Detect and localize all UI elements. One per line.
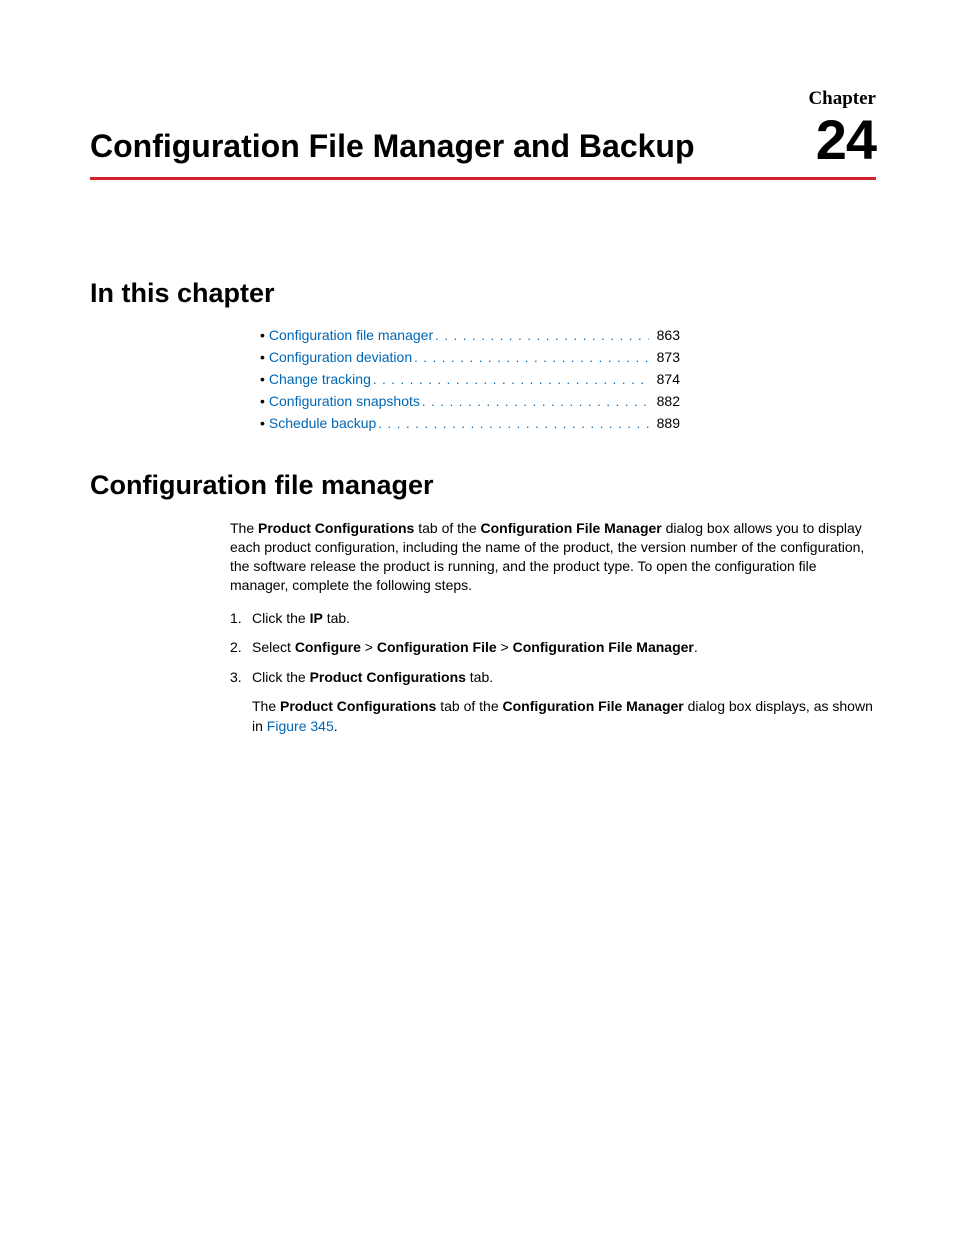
- figure-link[interactable]: Figure 345: [267, 718, 334, 734]
- toc-item: • Configuration snapshots 882: [260, 393, 680, 409]
- divider-rule: [90, 177, 876, 180]
- step-text: Click the IP tab.: [252, 609, 876, 629]
- bullet-icon: •: [260, 327, 265, 343]
- steps-list: 1. Click the IP tab. 2. Select Configure…: [230, 609, 876, 688]
- in-this-chapter-section: In this chapter • Configuration file man…: [90, 278, 876, 437]
- chapter-label: Chapter: [808, 88, 876, 110]
- step-item: 2. Select Configure > Configuration File…: [230, 638, 876, 658]
- toc-leader: [435, 328, 649, 343]
- toc-leader: [422, 394, 649, 409]
- step-number: 3.: [230, 668, 252, 688]
- toc-page: 863: [651, 327, 680, 343]
- intro-paragraph: The Product Configurations tab of the Co…: [230, 519, 876, 595]
- toc-page: 889: [651, 415, 680, 431]
- toc-link[interactable]: Configuration deviation: [269, 349, 412, 365]
- toc-link[interactable]: Change tracking: [269, 371, 371, 387]
- toc-leader: [378, 416, 648, 431]
- config-file-manager-section: Configuration file manager The Product C…: [90, 470, 876, 737]
- bullet-icon: •: [260, 371, 265, 387]
- step-number: 2.: [230, 638, 252, 658]
- step-sub-paragraph: The Product Configurations tab of the Co…: [252, 697, 876, 736]
- step-number: 1.: [230, 609, 252, 629]
- toc-list: • Configuration file manager 863 • Confi…: [260, 327, 680, 431]
- step-item: 1. Click the IP tab.: [230, 609, 876, 629]
- toc-item: • Configuration file manager 863: [260, 327, 680, 343]
- step-text: Click the Product Configurations tab.: [252, 668, 876, 688]
- bullet-icon: •: [260, 349, 265, 365]
- chapter-title: Configuration File Manager and Backup: [90, 128, 695, 165]
- toc-page: 874: [651, 371, 680, 387]
- toc-item: • Schedule backup 889: [260, 415, 680, 431]
- toc-leader: [373, 372, 649, 387]
- step-item: 3. Click the Product Configurations tab.: [230, 668, 876, 688]
- toc-page: 882: [651, 393, 680, 409]
- bullet-icon: •: [260, 393, 265, 409]
- toc-item: • Configuration deviation 873: [260, 349, 680, 365]
- section-heading: Configuration file manager: [90, 470, 876, 501]
- toc-page: 873: [651, 349, 680, 365]
- toc-link[interactable]: Configuration snapshots: [269, 393, 420, 409]
- chapter-number: 24: [816, 112, 876, 168]
- step-text: Select Configure > Configuration File > …: [252, 638, 876, 658]
- toc-link[interactable]: Schedule backup: [269, 415, 376, 431]
- toc-item: • Change tracking 874: [260, 371, 680, 387]
- toc-link[interactable]: Configuration file manager: [269, 327, 433, 343]
- toc-leader: [414, 350, 649, 365]
- in-this-chapter-heading: In this chapter: [90, 278, 876, 309]
- bullet-icon: •: [260, 415, 265, 431]
